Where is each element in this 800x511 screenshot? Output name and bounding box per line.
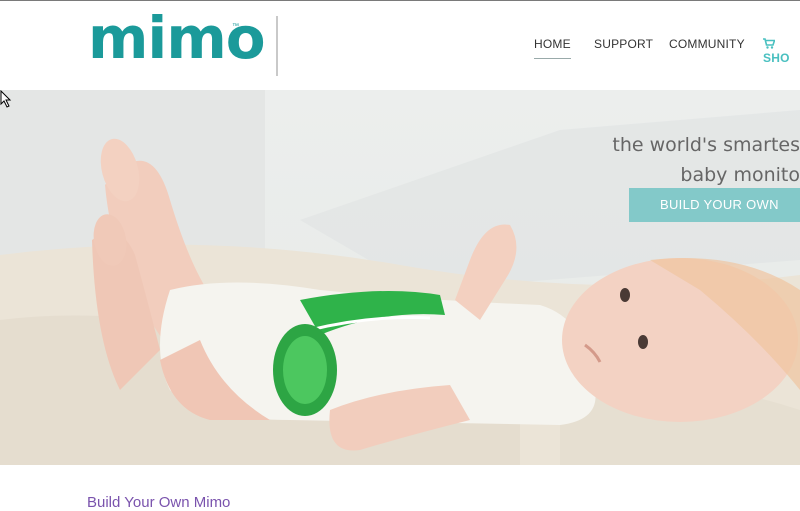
hero-banner: the world's smartes baby monito BUILD YO… xyxy=(0,90,800,465)
tagline-line-2: baby monito xyxy=(680,164,800,186)
trademark-mark: ™ xyxy=(232,23,239,30)
nav-shop-label: SHO xyxy=(763,51,790,65)
mouse-cursor-icon xyxy=(0,90,12,108)
cart-icon xyxy=(763,38,775,49)
section-title: Build Your Own Mimo xyxy=(87,494,231,511)
nav-shop[interactable]: SHO xyxy=(763,37,800,65)
site-header: mimo ™ HOME SUPPORT COMMUNITY SHO xyxy=(0,1,800,90)
build-your-own-button[interactable]: BUILD YOUR OWN xyxy=(629,188,800,222)
tagline-line-1: the world's smartes xyxy=(612,134,800,156)
nav-community[interactable]: COMMUNITY xyxy=(669,37,745,51)
hero-tagline: the world's smartes baby monito xyxy=(612,130,800,190)
main-nav: HOME SUPPORT COMMUNITY SHO xyxy=(0,37,800,65)
nav-support[interactable]: SUPPORT xyxy=(594,37,653,51)
nav-home[interactable]: HOME xyxy=(534,37,571,59)
